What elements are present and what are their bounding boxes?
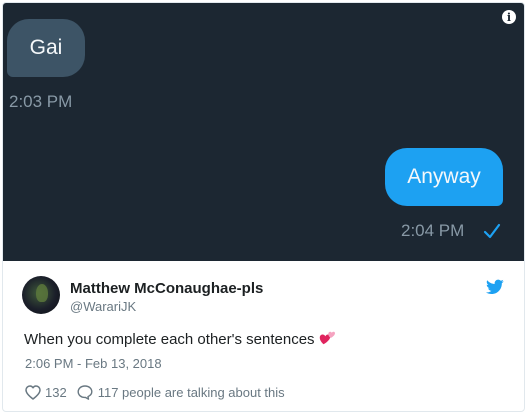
author-display-name[interactable]: Matthew McConaughae-pls <box>70 280 263 297</box>
like-count[interactable]: 132 <box>45 385 67 400</box>
like-heart-icon[interactable] <box>25 384 41 400</box>
outgoing-message-text: Anyway <box>407 165 481 188</box>
tweet-actions: 132 117 people are talking about this <box>25 383 285 401</box>
reply-bubble-icon[interactable] <box>77 384 93 400</box>
twitter-bird-icon[interactable] <box>486 279 504 295</box>
outgoing-message-time: 2:04 PM <box>401 221 465 240</box>
incoming-message-bubble: Gai <box>7 19 85 77</box>
read-check-icon <box>483 223 501 239</box>
tweet-card: Gai 2:03 PM Anyway 2:04 PM i Matthew McC… <box>2 2 525 412</box>
talking-about-link[interactable]: 117 people are talking about this <box>98 385 285 400</box>
two-hearts-icon <box>319 331 335 345</box>
tweet-text-content: When you complete each other's sentences <box>24 331 315 348</box>
author-handle[interactable]: @WarariJK <box>70 299 136 314</box>
tweet-text: When you complete each other's sentences <box>24 330 337 348</box>
incoming-message-time: 2:03 PM <box>9 92 73 111</box>
avatar[interactable] <box>22 276 60 314</box>
embedded-chat-image[interactable]: Gai 2:03 PM Anyway 2:04 PM i <box>3 3 524 261</box>
outgoing-message-bubble: Anyway <box>385 148 503 206</box>
info-icon[interactable]: i <box>502 10 516 24</box>
tweet-timestamp[interactable]: 2:06 PM - Feb 13, 2018 <box>25 356 162 371</box>
incoming-message-text: Gai <box>29 36 63 59</box>
